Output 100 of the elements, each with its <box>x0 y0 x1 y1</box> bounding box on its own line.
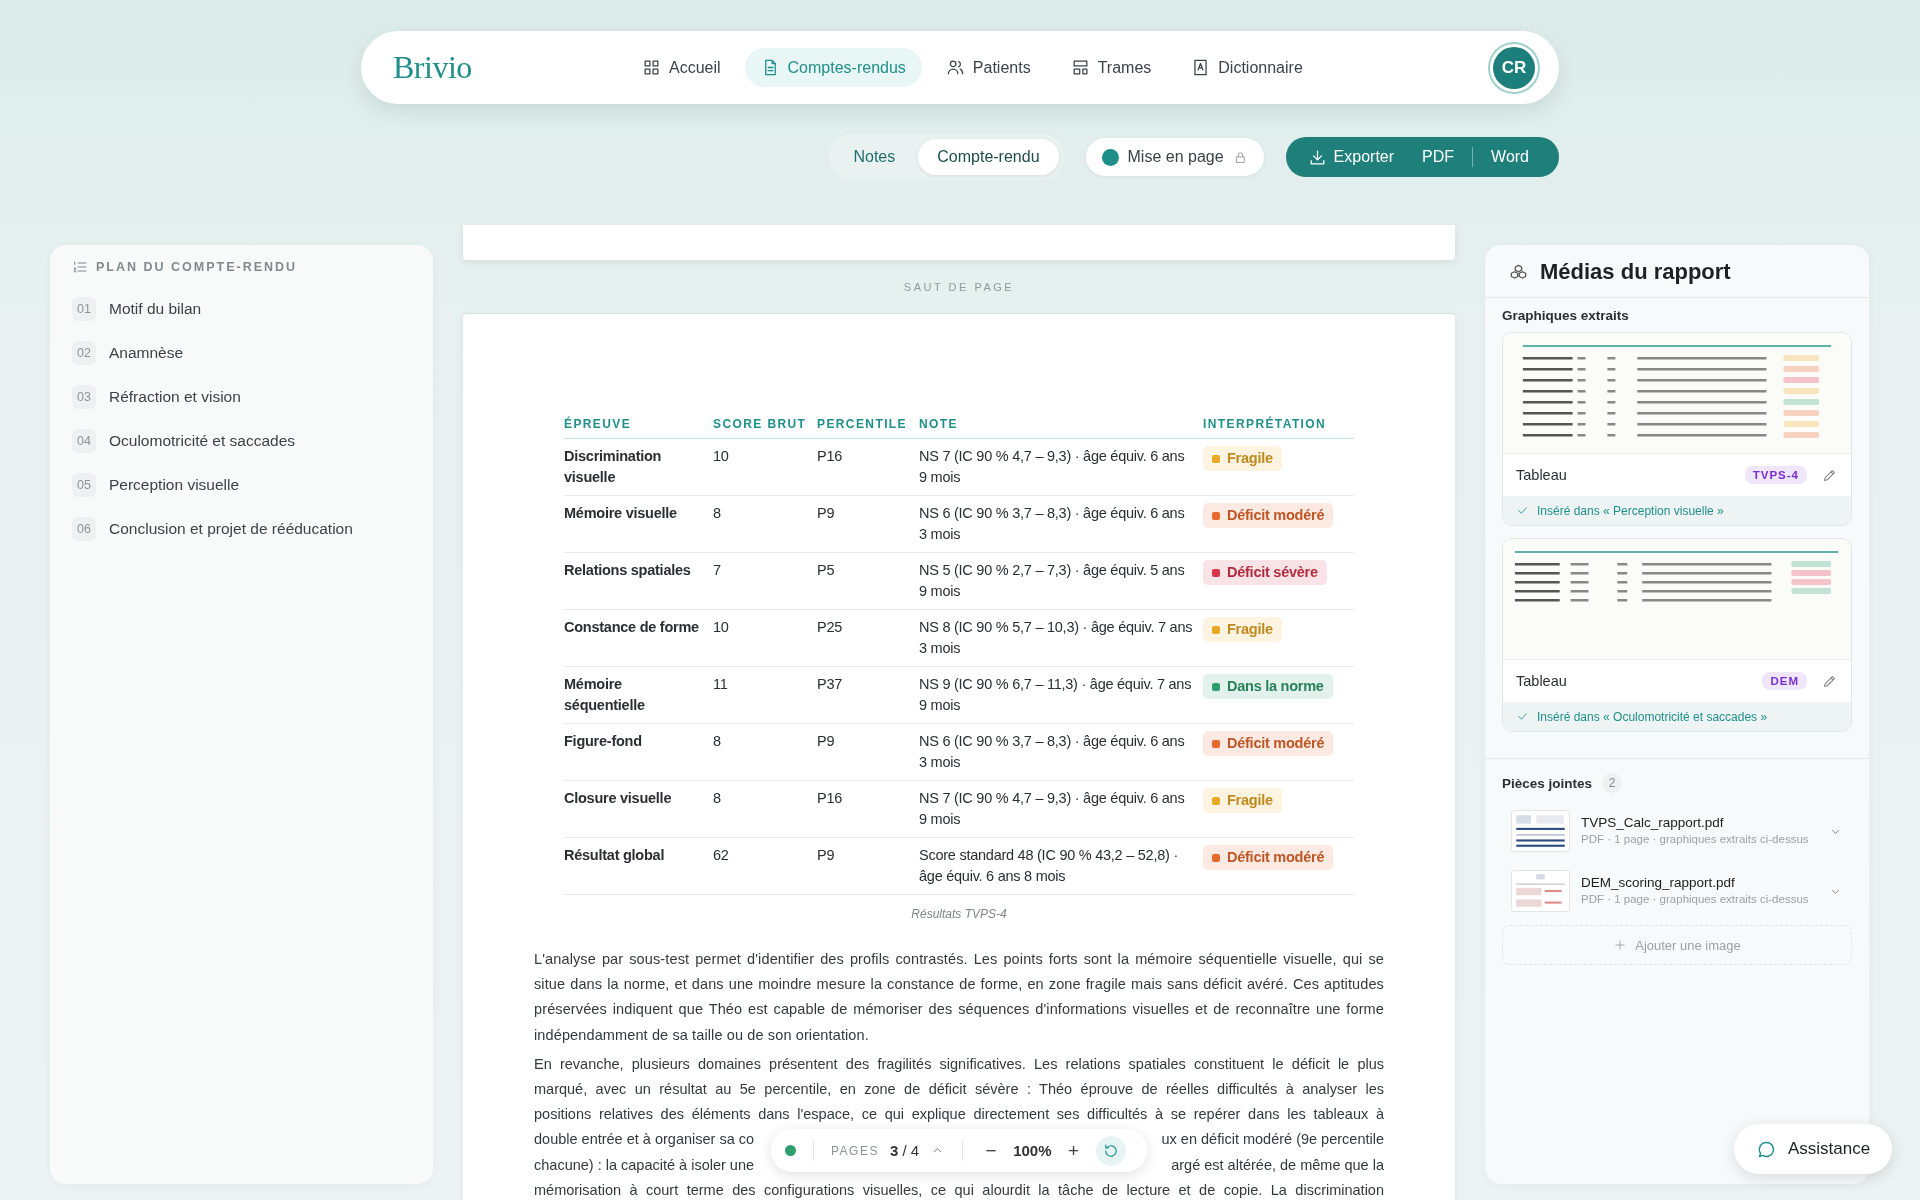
table-thumbnail-drawing[interactable] <box>1503 333 1851 454</box>
table-cell-text: P25 <box>817 618 844 637</box>
paragraph-line: positions relatives des éléments dans l'espace, ce qui explique directement ses difficultés à se repérer dans les tableaux à <box>534 1105 1384 1125</box>
status-tag: Déficit modéré <box>1203 503 1334 528</box>
nav-tab[interactable]: Trames <box>1054 48 1168 87</box>
table-cell-text: NS 9 (IC 90 % 6,7 – 11,3) · âge équiv. 7 ans 9 mois <box>919 675 1193 715</box>
nav-tab[interactable]: Comptes-rendus <box>744 48 922 87</box>
paragraph: L'analyse par sous-test permet d'identifier des profils contrastés. Les points forts sont la mémoire séquentielle visuelle, qui se situe dans la norme, et dans une moindre mesure la constance de forme, en zone fragile mais sans déficit avéré. Ces aptitudes préservées indiquent que Théo est capable de mémoriser des séquences d'informations visuelles et de reconnaître une forme indépendamment de sa taille ou de son orientation. <box>534 950 1384 1045</box>
table-caption: Résultats TVPS-4 <box>910 907 1008 921</box>
table-cell-text: Constance de forme <box>564 618 700 637</box>
table-cell-text: Discrimination visuelle <box>564 447 663 487</box>
section-number: 01 <box>72 297 96 321</box>
media-label: Tableau <box>1516 467 1568 483</box>
paragraph-line: argé est altérée, de même que la <box>1171 1155 1384 1175</box>
status-tag: Dans la norme <box>1203 674 1333 699</box>
section-number: 04 <box>72 429 96 453</box>
status-tag: Déficit sévère <box>1203 560 1327 585</box>
test-tag: DEM <box>1762 672 1807 690</box>
paragraph-line: double entrée et à organiser sa co <box>534 1130 755 1150</box>
logo[interactable]: Brivio <box>393 49 472 86</box>
column-header: PERCENTILE <box>817 417 908 431</box>
grid-icon <box>642 58 661 77</box>
column-header: SCORE BRUT <box>713 417 808 431</box>
status-tag: Déficit modéré <box>1203 845 1334 870</box>
nav-tab[interactable]: Dictionnaire <box>1175 48 1319 87</box>
section-title: Oculomotricité et saccades <box>109 432 296 450</box>
table-cell-text: NS 6 (IC 90 % 3,7 – 8,3) · âge équiv. 6 ans 3 mois <box>919 732 1186 772</box>
status-tag: Fragile <box>1203 788 1282 813</box>
section-title: Perception visuelle <box>109 476 240 494</box>
check-icon <box>1516 710 1529 723</box>
reset-button[interactable] <box>1095 1135 1126 1166</box>
section-number: 03 <box>72 385 96 409</box>
zoom-level: 100% <box>1013 1142 1052 1159</box>
view-tab[interactable]: Notes <box>834 139 915 175</box>
table-cell-text: P16 <box>817 789 844 808</box>
table-thumbnail-drawing[interactable] <box>1503 539 1851 660</box>
outline-item[interactable]: 04 Oculomotricité et saccades <box>72 419 411 463</box>
file-name: TVPS_Calc_rapport.pdf <box>1581 814 1725 830</box>
numbered-list-icon <box>72 259 88 275</box>
file-details: PDF · 1 page · graphiques extraits ci-dessus <box>1581 831 1810 847</box>
section-title: Anamnèse <box>109 344 184 362</box>
status-tag: Fragile <box>1203 617 1282 642</box>
document-thumbnail-drawing <box>1511 809 1570 853</box>
table-cell-text: Closure visuelle <box>564 789 673 808</box>
column-header: INTERPRÉTATION <box>1203 417 1328 431</box>
table-cell-text: 10 <box>713 447 730 466</box>
status-dot-icon <box>785 1145 796 1156</box>
assistance-button[interactable]: Assistance <box>1734 1124 1893 1174</box>
table-cell-text: P37 <box>817 675 844 694</box>
table-cell-text: 62 <box>713 846 730 865</box>
document-thumbnail-drawing <box>1511 869 1570 913</box>
insertion-note: Inséré dans « Oculomotricité et saccades » <box>1537 709 1768 724</box>
export-format-button[interactable]: PDF <box>1404 137 1473 177</box>
check-icon <box>1516 504 1529 517</box>
export-format-button[interactable]: Word <box>1473 137 1547 177</box>
outline-item[interactable]: 03 Réfraction et vision <box>72 375 411 419</box>
paragraph-line: En revanche, plusieurs domaines présentent des fragilités significatives. Les relations spatiales constituent le déficit le plus <box>534 1054 1384 1074</box>
column-header: NOTE <box>919 417 959 431</box>
zoom-out-button[interactable]: − <box>980 1139 1003 1162</box>
outline-item[interactable]: 02 Anamnèse <box>72 331 411 375</box>
nav-tab[interactable]: Patients <box>929 48 1047 87</box>
section-number: 06 <box>72 517 96 541</box>
table-cell-text: P5 <box>817 561 836 580</box>
file-name: DEM_scoring_rapport.pdf <box>1581 874 1736 890</box>
table-cell-text: 11 <box>713 675 729 694</box>
outline-item[interactable]: 05 Perception visuelle <box>72 463 411 507</box>
attachment-item[interactable]: DEM_scoring_rapport.pdf PDF · 1 page · graphiques extraits ci-dessus <box>1502 865 1852 917</box>
table-cell-text: NS 5 (IC 90 % 2,7 – 7,3) · âge équiv. 5 ans 9 mois <box>919 561 1186 601</box>
section-title: Motif du bilan <box>109 300 202 318</box>
section-number: 02 <box>72 341 96 365</box>
export-button[interactable]: Exporter <box>1297 137 1405 177</box>
file-details: PDF · 1 page · graphiques extraits ci-dessus <box>1581 891 1810 907</box>
paragraph-line: ux en déficit modéré (9e percentile <box>1161 1130 1384 1150</box>
table-cell-text: Relations spatiales <box>564 561 692 580</box>
table-cell-text: 8 <box>713 504 722 523</box>
section-title: Pièces jointes <box>1502 775 1593 791</box>
paragraph-line: marqué, avec un résultat au 5e percentile, en zone de déficit sévère : Théo éprouve de réelles difficultés à analyser les <box>534 1080 1384 1099</box>
nav-tab[interactable]: Accueil <box>626 48 737 87</box>
layout-toggle[interactable]: Mise en page <box>1085 138 1264 176</box>
outline-item[interactable]: 01 Motif du bilan <box>72 287 411 331</box>
table-cell-text: NS 6 (IC 90 % 3,7 – 8,3) · âge équiv. 6 ans 3 mois <box>919 504 1186 544</box>
table-cell-text: NS 8 (IC 90 % 5,7 – 10,3) · âge équiv. 7 ans 3 mois <box>919 618 1194 658</box>
paragraph-line: chacune) : la capacité à isoler une <box>534 1155 755 1175</box>
table-cell-text: NS 7 (IC 90 % 4,7 – 9,3) · âge équiv. 6 ans 9 mois <box>919 447 1186 487</box>
outline-item[interactable]: 06 Conclusion et projet de rééducation <box>72 507 411 551</box>
table-cell-text: Mémoire visuelle <box>564 504 678 523</box>
table-cell-text: P9 <box>817 732 836 751</box>
section-title: Conclusion et projet de rééducation <box>109 520 353 538</box>
people-icon <box>945 58 965 77</box>
table-cell-text: Résultat global <box>564 846 666 865</box>
table-cell-text: 10 <box>713 618 730 637</box>
attachment-item[interactable]: TVPS_Calc_rapport.pdf PDF · 1 page · graphiques extraits ci-dessus <box>1502 805 1852 857</box>
count-badge: 2 <box>1602 773 1623 793</box>
pages-label: PAGES <box>831 1143 879 1158</box>
column-header: ÉPREUVE <box>564 417 633 431</box>
table-cell-text: Mémoire séquentielle <box>564 675 646 715</box>
table-cell-text: 7 <box>713 561 722 580</box>
media-label: Tableau <box>1516 673 1568 689</box>
view-tab[interactable]: Compte-rendu <box>918 139 1059 175</box>
zoom-in-button[interactable]: + <box>1062 1139 1085 1162</box>
